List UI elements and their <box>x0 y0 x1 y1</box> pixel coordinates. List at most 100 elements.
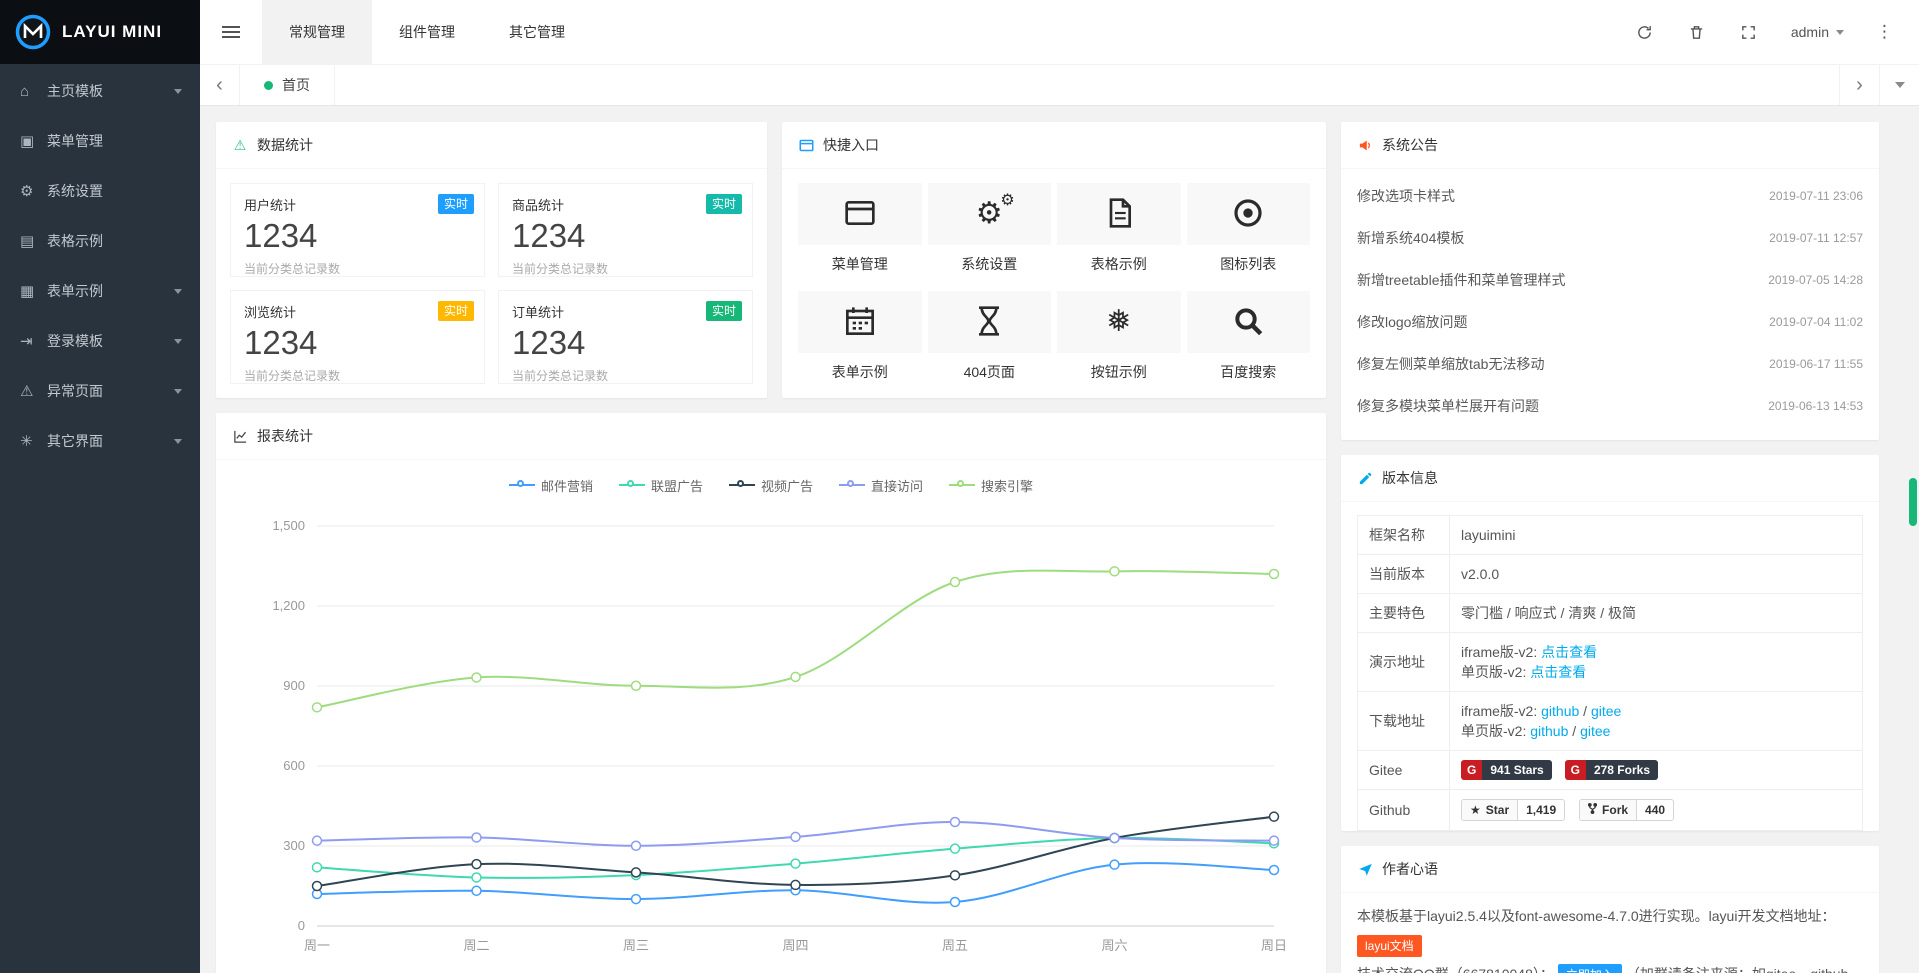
svg-text:周一: 周一 <box>304 938 330 953</box>
card-title: 报表统计 <box>257 426 313 446</box>
collapse-sidebar-button[interactable] <box>200 0 262 64</box>
stat-value: 1234 <box>512 217 739 255</box>
card-header: ⚠ 数据统计 <box>216 122 767 169</box>
clear-cache-icon[interactable] <box>1687 22 1707 42</box>
download-github-link[interactable]: github <box>1530 723 1568 739</box>
gitee-stars-badge[interactable]: G941 Stars <box>1461 760 1552 780</box>
download-line-prefix: iframe版-v2: <box>1461 703 1541 719</box>
hamburger-icon <box>222 23 240 41</box>
download-gitee-link[interactable]: gitee <box>1591 703 1621 719</box>
legend-label: 直接访问 <box>871 476 923 495</box>
shortcut-label: 百度搜索 <box>1220 362 1276 382</box>
status-badge: 实时 <box>706 301 742 321</box>
header-tab-components[interactable]: 组件管理 <box>372 0 482 64</box>
sidebar-item-form-demo[interactable]: ▦ 表单示例 <box>0 266 200 316</box>
sidebar-item-table-demo[interactable]: ▤ 表格示例 <box>0 216 200 266</box>
legend-item-search-engine[interactable]: 搜索引擎 <box>949 476 1033 495</box>
shortcut-table-demo[interactable]: 表格示例 <box>1057 183 1181 274</box>
sidebar-menu: ⌂ 主页模板 ▣ 菜单管理 ⚙ 系统设置 ▤ 表格示例 ▦ 表单示例 ⇥ 登录模… <box>0 64 200 466</box>
version-table: 框架名称 layuimini 当前版本 v2.0.0 主要特色 零门槛 / 响应… <box>1357 515 1863 831</box>
stat-label: 商品统计 <box>512 195 739 214</box>
page-tab-bar: ‹ 首页 › <box>200 64 1919 106</box>
refresh-icon[interactable] <box>1635 22 1655 42</box>
gitee-forks-badge[interactable]: G278 Forks <box>1565 760 1658 780</box>
stat-box-views: 浏览统计 实时 1234 当前分类总记录数 <box>230 290 485 384</box>
demo-iframe-link[interactable]: 点击查看 <box>1541 644 1597 660</box>
legend-label: 搜索引擎 <box>981 476 1033 495</box>
shortcut-label: 图标列表 <box>1220 254 1276 274</box>
shortcut-system-settings[interactable]: ⚙⚙ 系统设置 <box>928 183 1052 274</box>
fullscreen-icon[interactable] <box>1739 22 1759 42</box>
download-gitee-link[interactable]: gitee <box>1580 723 1610 739</box>
row-value: v2.0.0 <box>1450 555 1863 594</box>
announcement-item: 新增treetable插件和菜单管理样式 2019-07-05 14:28 <box>1357 259 1863 301</box>
gitee-icon: G <box>1461 760 1482 780</box>
table-row: 下载地址 iframe版-v2: github / gitee 单页版-v2: … <box>1358 692 1863 751</box>
stat-box-orders: 订单统计 实时 1234 当前分类总记录数 <box>498 290 753 384</box>
layui-doc-badge[interactable]: layui文档 <box>1357 935 1422 957</box>
tabs-options-button[interactable] <box>1879 65 1919 105</box>
shortcut-icon-list[interactable]: 图标列表 <box>1187 183 1311 274</box>
username: admin <box>1791 24 1829 40</box>
card-header: 版本信息 <box>1341 455 1879 502</box>
quick-entry-card: 快捷入口 菜单管理 ⚙⚙ 系统设置 表格示例 <box>782 122 1326 398</box>
header-tab-other[interactable]: 其它管理 <box>482 0 592 64</box>
header-tab-general[interactable]: 常规管理 <box>262 0 372 64</box>
shortcut-form-demo[interactable]: 表单示例 <box>798 291 922 382</box>
join-qq-group-badge[interactable]: 立即加入 <box>1558 964 1622 973</box>
tabs-scroll-right-button[interactable]: › <box>1839 65 1879 105</box>
row-label: 下载地址 <box>1358 692 1450 751</box>
sidebar-item-home-template[interactable]: ⌂ 主页模板 <box>0 66 200 116</box>
legend-item-email[interactable]: 邮件营销 <box>509 476 593 495</box>
sidebar-item-label: 登录模板 <box>47 331 174 351</box>
legend-label: 邮件营销 <box>541 476 593 495</box>
shortcut-menu-manage[interactable]: 菜单管理 <box>798 183 922 274</box>
login-icon: ⇥ <box>20 332 47 350</box>
app-logo[interactable]: LAYUI MINI <box>0 0 200 64</box>
scrollbar-thumb[interactable] <box>1909 478 1917 526</box>
sidebar-item-label: 表单示例 <box>47 281 174 301</box>
user-dropdown[interactable]: admin <box>1791 24 1844 40</box>
legend-item-video-ads[interactable]: 视频广告 <box>729 476 813 495</box>
shortcut-baidu-search[interactable]: 百度搜索 <box>1187 291 1311 382</box>
active-tab-dot <box>264 81 273 90</box>
chevron-down-icon <box>174 289 182 294</box>
table-row: 框架名称 layuimini <box>1358 516 1863 555</box>
card-header: 作者心语 <box>1341 846 1879 893</box>
chevron-down-icon <box>174 89 182 94</box>
sidebar-item-other-ui[interactable]: ✳ 其它界面 <box>0 416 200 466</box>
legend-item-direct[interactable]: 直接访问 <box>839 476 923 495</box>
chevron-down-icon <box>174 339 182 344</box>
demo-spa-link[interactable]: 点击查看 <box>1530 664 1586 680</box>
announcement-date: 2019-06-13 14:53 <box>1768 399 1863 413</box>
paper-plane-icon <box>1357 861 1373 877</box>
sidebar-item-login-template[interactable]: ⇥ 登录模板 <box>0 316 200 366</box>
line-chart-icon <box>232 428 248 444</box>
download-github-link[interactable]: github <box>1541 703 1579 719</box>
legend-item-union-ads[interactable]: 联盟广告 <box>619 476 703 495</box>
more-menu-icon[interactable]: ⋮ <box>1876 22 1893 42</box>
github-star-badge[interactable]: ★Star 1,419 <box>1461 799 1565 821</box>
scrollbar-track[interactable] <box>1909 106 1917 973</box>
legend-marker <box>619 480 645 491</box>
sidebar-item-menu-manage[interactable]: ▣ 菜单管理 <box>0 116 200 166</box>
tabs-scroll-left-button[interactable]: ‹ <box>200 65 240 105</box>
tab-home[interactable]: 首页 <box>240 65 335 105</box>
shortcut-button-demo[interactable]: ❅ 按钮示例 <box>1057 291 1181 382</box>
legend-label: 视频广告 <box>761 476 813 495</box>
pen-icon <box>1357 470 1373 486</box>
sidebar-item-system-settings[interactable]: ⚙ 系统设置 <box>0 166 200 216</box>
legend-marker <box>509 480 535 491</box>
svg-text:周六: 周六 <box>1101 938 1127 953</box>
sidebar-item-error-pages[interactable]: ⚠ 异常页面 <box>0 366 200 416</box>
svg-text:1,200: 1,200 <box>272 598 305 613</box>
github-fork-badge[interactable]: Fork 440 <box>1579 799 1674 821</box>
announcement-list: 修改选项卡样式 2019-07-11 23:06 新增系统404模板 2019-… <box>1341 169 1879 433</box>
announcement-text: 修改logo缩放问题 <box>1357 312 1467 332</box>
window-icon <box>798 137 814 153</box>
sidebar-item-label: 菜单管理 <box>47 131 182 151</box>
shortcut-404-page[interactable]: 404页面 <box>928 291 1052 382</box>
snowflake-icon: ❅ <box>1106 307 1131 337</box>
stat-value: 1234 <box>244 217 471 255</box>
stat-value: 1234 <box>244 324 471 362</box>
